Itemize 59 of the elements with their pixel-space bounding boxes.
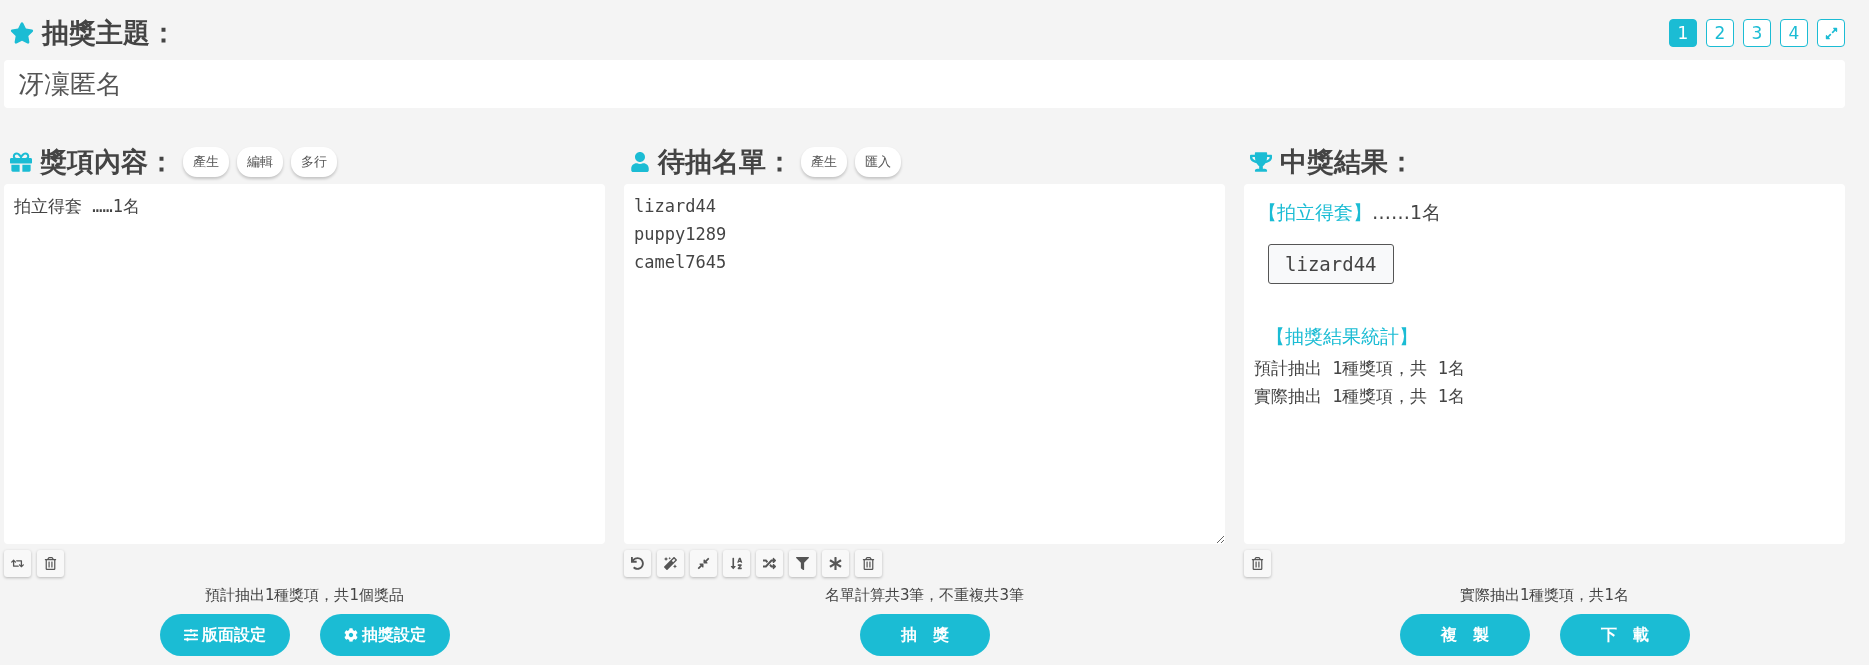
summary-text: 實際抽出1種獎項，共1名 <box>1459 586 1630 606</box>
page-button[interactable]: 2 <box>1706 19 1734 47</box>
settings-icon <box>343 628 358 642</box>
topic-input[interactable]: 冴凜匿名 <box>4 60 1845 108</box>
prize-name: 【拍立得套】 <box>1258 201 1372 223</box>
stats-heading: 【抽獎結果統計】 <box>1266 324 1419 349</box>
trash-icon <box>44 557 57 570</box>
tag-button[interactable]: 產生 <box>183 147 229 177</box>
action-button[interactable]: 下 載 <box>1559 614 1690 656</box>
tag-button[interactable]: 產生 <box>801 147 847 177</box>
undo-button[interactable] <box>624 550 651 577</box>
gift-icon <box>10 151 32 173</box>
tag-button[interactable]: 匯入 <box>855 147 901 177</box>
delete-button[interactable] <box>855 550 882 577</box>
stats-line: 預計抽出 1種獎項，共 1名 <box>1254 357 1466 380</box>
trash-icon <box>1251 557 1264 570</box>
asterisk-button[interactable] <box>822 550 849 577</box>
magic-wand-icon <box>664 557 677 570</box>
sort-button[interactable] <box>723 550 750 577</box>
shuffle-icon <box>763 557 776 570</box>
compress-button[interactable] <box>690 550 717 577</box>
section-heading: 獎項內容： <box>40 145 175 179</box>
page-button[interactable]: 3 <box>1743 19 1771 47</box>
stats-line: 實際抽出 1種獎項，共 1名 <box>1254 385 1466 408</box>
summary-text: 名單計算共3筆，不重複共3筆 <box>824 586 1025 606</box>
sliders-icon <box>183 628 198 642</box>
topic-heading: 抽獎主題： <box>42 16 177 50</box>
repeat-icon <box>11 557 24 570</box>
page-button[interactable]: 1 <box>1669 19 1697 47</box>
repeat-button[interactable] <box>4 550 31 577</box>
trash-icon <box>862 557 875 570</box>
prize-textarea[interactable]: 拍立得套 ……1名 <box>4 184 605 544</box>
delete-button[interactable] <box>37 550 64 577</box>
expand-icon <box>1824 26 1838 40</box>
compress-icon <box>697 557 710 570</box>
filter-icon <box>796 557 809 570</box>
undo-icon <box>631 557 644 570</box>
star-icon <box>10 21 34 45</box>
draw-settings-button[interactable]: 抽獎設定 <box>319 614 450 656</box>
winner-chip: lizard44 <box>1268 244 1394 284</box>
user-icon <box>630 152 650 172</box>
action-button[interactable]: 複 製 <box>1399 614 1530 656</box>
tag-button[interactable]: 編輯 <box>237 147 283 177</box>
page-button[interactable]: 4 <box>1780 19 1808 47</box>
sort-alpha-icon <box>730 557 743 570</box>
tag-button[interactable]: 多行 <box>291 147 337 177</box>
prize-count: ……1名 <box>1372 201 1442 223</box>
trophy-icon <box>1250 151 1272 173</box>
name-list-textarea[interactable]: lizard44 puppy1289 camel7645 <box>624 184 1225 544</box>
layout-settings-button[interactable]: 版面設定 <box>159 614 290 656</box>
summary-text: 預計抽出1種獎項，共1個獎品 <box>204 586 405 606</box>
magic-button[interactable] <box>657 550 684 577</box>
action-button[interactable]: 抽 獎 <box>859 614 990 656</box>
shuffle-button[interactable] <box>756 550 783 577</box>
section-heading: 待抽名單： <box>658 145 793 179</box>
filter-button[interactable] <box>789 550 816 577</box>
asterisk-icon <box>829 557 842 570</box>
delete-button[interactable] <box>1244 550 1271 577</box>
section-heading: 中獎結果： <box>1280 145 1415 179</box>
